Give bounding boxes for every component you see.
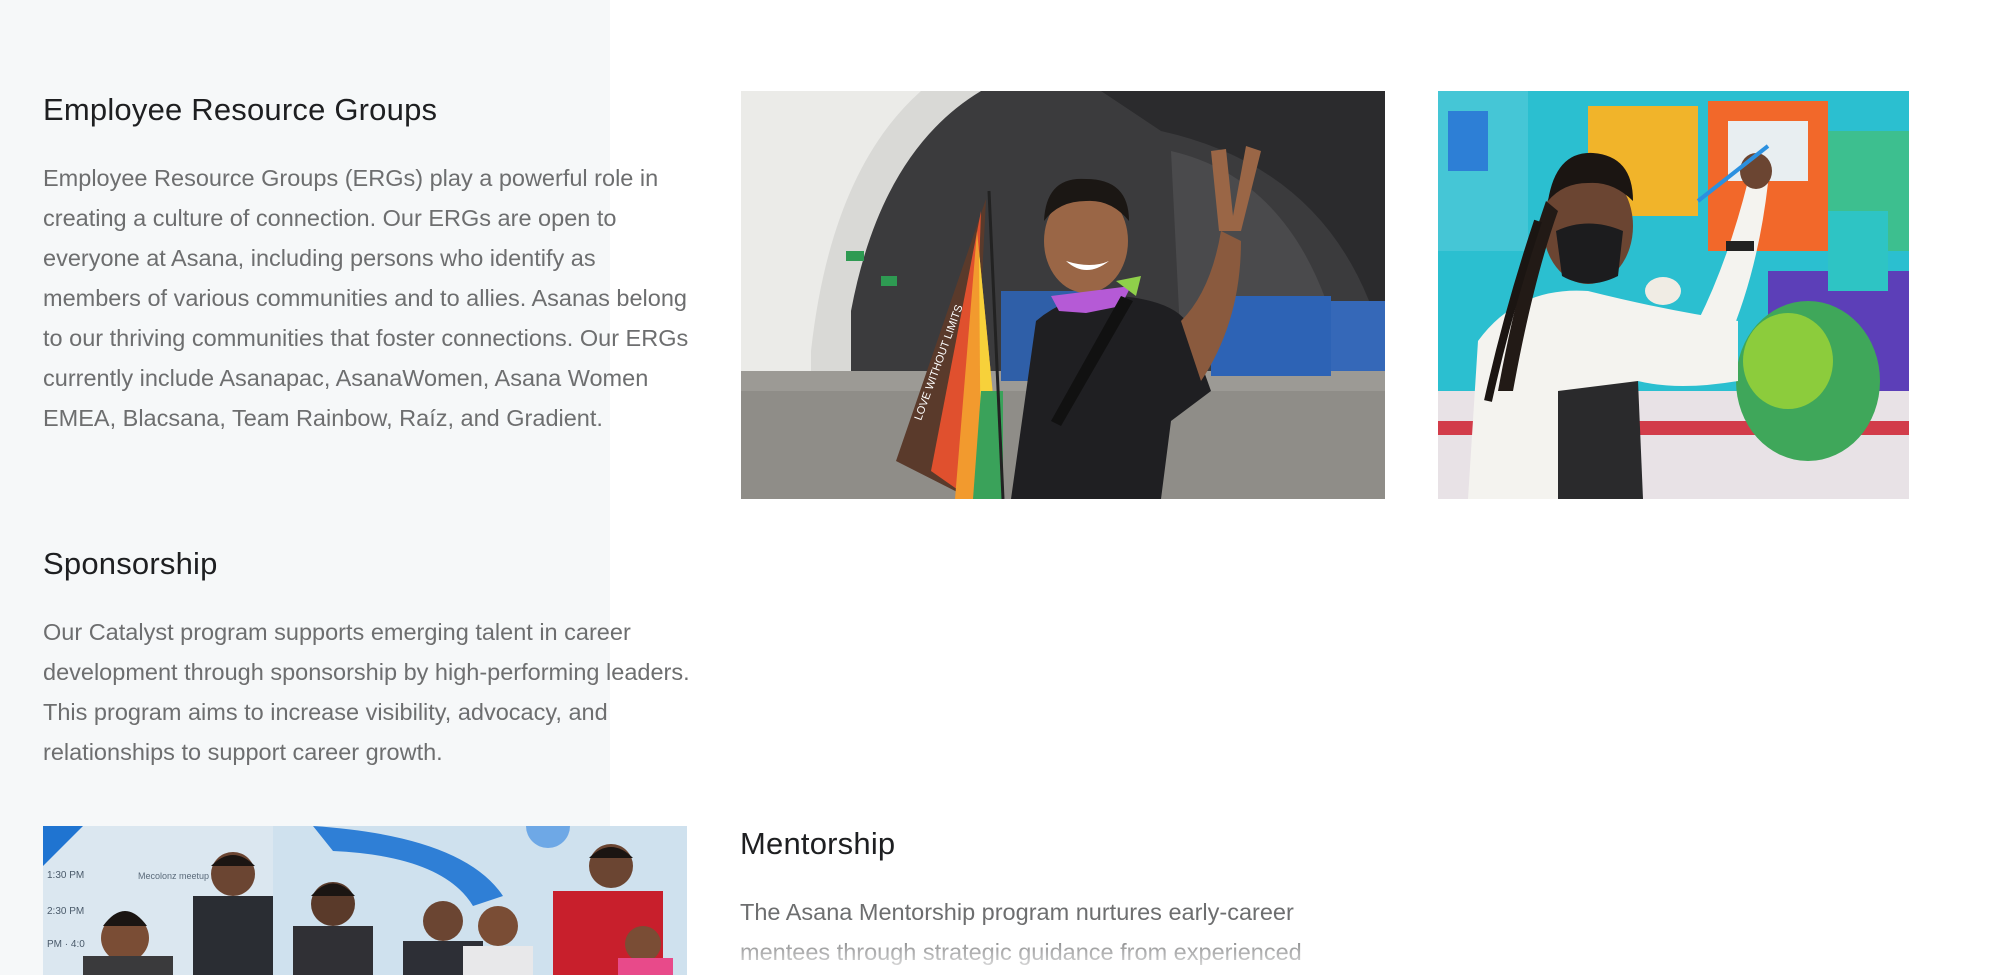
group-photo: 1:30 PM 2:30 PM PM · 4:0 Mecolonz meetup — [43, 826, 687, 975]
sponsorship-heading: Sponsorship — [43, 546, 218, 581]
pride-photo: LOVE WITHOUT LIMITS — [741, 91, 1385, 499]
screen-label: Mecolonz meetup — [138, 871, 209, 881]
mentorship-heading: Mentorship — [740, 826, 896, 861]
erg-description: Employee Resource Groups (ERGs) play a p… — [43, 165, 689, 431]
screen-time-2: 2:30 PM — [47, 906, 84, 917]
screen-time-1: 1:30 PM — [47, 870, 84, 881]
screen-time-3: PM · 4:0 — [47, 939, 85, 950]
mural-painter-photo — [1438, 91, 1909, 499]
erg-heading: Employee Resource Groups — [43, 92, 438, 127]
sponsorship-description: Our Catalyst program supports emerging t… — [43, 619, 690, 765]
bottom-fade-overlay — [700, 930, 1420, 975]
